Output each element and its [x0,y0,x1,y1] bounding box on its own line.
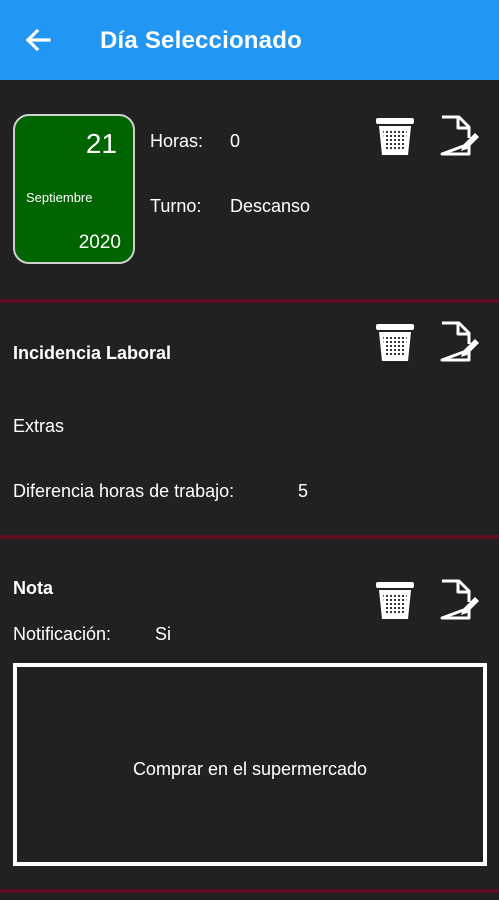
work-hours-diff-value: 5 [298,481,309,501]
delete-day-trash-icon[interactable] [373,114,417,158]
app-bar: Día Seleccionado [0,0,499,80]
edit-day-document-icon[interactable] [437,114,481,158]
back-arrow-icon[interactable] [22,24,54,56]
delete-note-trash-icon[interactable] [373,578,417,622]
shift-label: Turno: [150,196,202,216]
note-text-box: Comprar en el supermercado [13,663,487,866]
delete-incidence-trash-icon[interactable] [373,320,417,364]
incidence-title: Incidencia Laboral [13,343,172,363]
date-day: 21 [85,128,117,159]
incidence-type: Extras [13,416,65,436]
page-title: Día Seleccionado [100,27,302,54]
date-year: 2020 [78,232,121,253]
edit-incidence-document-icon[interactable] [437,320,481,364]
notification-value: Si [155,624,172,644]
notification-label: Notificación: [13,624,112,644]
shift-value: Descanso [230,196,311,216]
hours-value: 0 [230,131,241,151]
section-divider [0,535,499,539]
date-card: 21 Septiembre 2020 [13,114,135,264]
hours-label: Horas: [150,131,204,151]
note-text: Comprar en el supermercado [132,759,368,779]
section-divider [0,299,499,303]
section-divider [0,889,499,893]
note-title: Nota [13,578,53,598]
edit-note-document-icon[interactable] [437,578,481,622]
date-month: Septiembre [26,190,93,205]
work-hours-diff-label: Diferencia horas de trabajo: [13,481,235,501]
